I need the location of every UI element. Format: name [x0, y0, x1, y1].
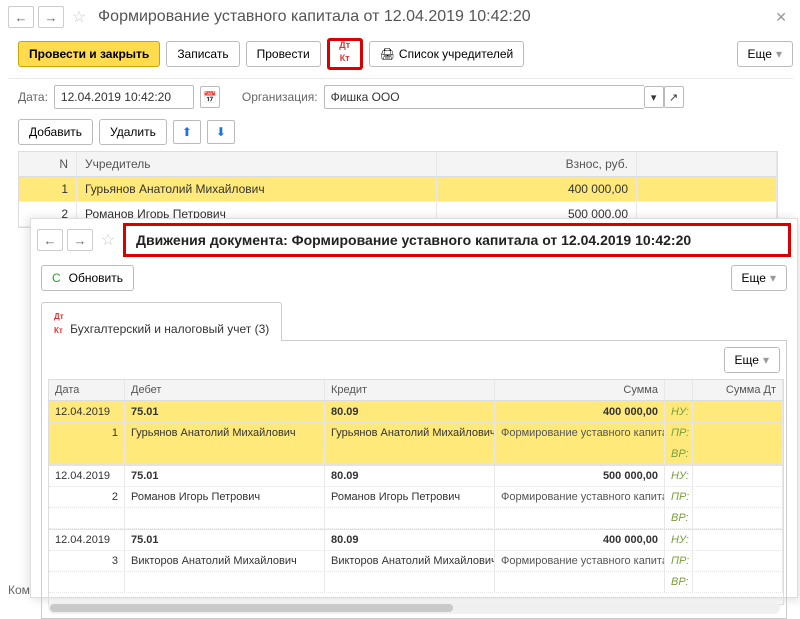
posting-row[interactable]: ВР:	[49, 572, 783, 593]
nav-forward-button[interactable]: →	[67, 229, 93, 251]
move-down-button[interactable]: ⬇	[207, 120, 235, 144]
grid-header: Дата Дебет Кредит Сумма Сумма Дт	[49, 380, 783, 401]
movements-panel: Еще Дата Дебет Кредит Сумма Сумма Дт 12.…	[41, 341, 787, 619]
movements-toolbar: C Обновить Еще	[31, 261, 797, 295]
window-header: ← → ☆ Формирование уставного капитала от…	[8, 2, 793, 32]
move-up-button[interactable]: ⬆	[173, 120, 201, 144]
window-title: Формирование уставного капитала от 12.04…	[98, 8, 765, 26]
posting-row[interactable]: 2 Романов Игорь Петрович Романов Игорь П…	[49, 487, 783, 508]
col-amount: Взнос, руб.	[437, 152, 637, 176]
scrollbar-thumb[interactable]	[50, 604, 453, 612]
org-label: Организация:	[242, 90, 318, 104]
table-row[interactable]: 1 Гурьянов Анатолий Михайлович 400 000,0…	[19, 177, 777, 202]
main-toolbar: Провести и закрыть Записать Провести ДтК…	[8, 32, 793, 79]
movements-header: ← → ☆ Движения документа: Формирование у…	[31, 219, 797, 261]
movements-title: Движения документа: Формирование уставно…	[123, 223, 791, 257]
movements-window: ← → ☆ Движения документа: Формирование у…	[30, 218, 798, 598]
col-n: N	[19, 152, 77, 176]
posting-row[interactable]: 12.04.2019 75.01 80.09 500 000,00 НУ:	[49, 465, 783, 487]
form-row: Дата: 12.04.2019 10:42:20 📅 Организация:…	[8, 79, 793, 115]
org-open-icon[interactable]: ↗	[664, 86, 684, 108]
add-row-button[interactable]: Добавить	[18, 119, 93, 145]
more-button[interactable]: Еще	[737, 41, 793, 67]
calendar-icon[interactable]: 📅	[200, 86, 220, 108]
document-window: ← → ☆ Формирование уставного капитала от…	[8, 2, 793, 228]
favorite-icon[interactable]: ☆	[97, 229, 119, 251]
nav-forward-button[interactable]: →	[38, 6, 64, 28]
grid-header: N Учредитель Взнос, руб.	[19, 152, 777, 177]
tab-accounting[interactable]: ДтКт Бухгалтерский и налоговый учет (3)	[41, 302, 282, 341]
org-input[interactable]: Фишка ООО	[324, 85, 644, 109]
date-input[interactable]: 12.04.2019 10:42:20	[54, 85, 194, 109]
dtkt-button[interactable]: ДтКт	[327, 38, 363, 70]
col-founder: Учредитель	[77, 152, 437, 176]
panel-toolbar: Еще	[42, 341, 786, 379]
posting-row[interactable]: 12.04.2019 75.01 80.09 400 000,00 НУ:	[49, 401, 783, 423]
postings-grid: Дата Дебет Кредит Сумма Сумма Дт 12.04.2…	[48, 379, 784, 605]
founders-list-button[interactable]: 🖨 Список учредителей	[369, 41, 525, 67]
record-button[interactable]: Записать	[166, 41, 239, 67]
posting-row[interactable]: 12.04.2019 75.01 80.09 400 000,00 НУ:	[49, 529, 783, 551]
nav-back-button[interactable]: ←	[8, 6, 34, 28]
horizontal-scrollbar[interactable]	[48, 602, 780, 614]
founders-grid: N Учредитель Взнос, руб. 1 Гурьянов Анат…	[18, 151, 778, 228]
refresh-button[interactable]: C Обновить	[41, 265, 134, 291]
org-dropdown-icon[interactable]: ▾	[644, 86, 664, 108]
dtkt-icon: ДтКт	[54, 312, 64, 335]
close-icon[interactable]: ✕	[769, 9, 793, 26]
posting-row[interactable]: ВР:	[49, 444, 783, 465]
nav-back-button[interactable]: ←	[37, 229, 63, 251]
more-button[interactable]: Еще	[731, 265, 787, 291]
grid-toolbar: Добавить Удалить ⬆ ⬇	[8, 115, 793, 149]
posting-row[interactable]: ВР:	[49, 508, 783, 529]
post-and-close-button[interactable]: Провести и закрыть	[18, 41, 160, 67]
date-label: Дата:	[18, 90, 48, 104]
posting-row[interactable]: 1 Гурьянов Анатолий Михайлович Гурьянов …	[49, 423, 783, 444]
tab-strip: ДтКт Бухгалтерский и налоговый учет (3)	[41, 301, 787, 341]
post-button[interactable]: Провести	[246, 41, 321, 67]
delete-row-button[interactable]: Удалить	[99, 119, 167, 145]
posting-row[interactable]: 3 Викторов Анатолий Михайлович Викторов …	[49, 551, 783, 572]
favorite-icon[interactable]: ☆	[68, 6, 90, 28]
refresh-icon: C	[52, 271, 61, 285]
print-icon: 🖨	[380, 47, 395, 61]
more-button[interactable]: Еще	[724, 347, 780, 373]
